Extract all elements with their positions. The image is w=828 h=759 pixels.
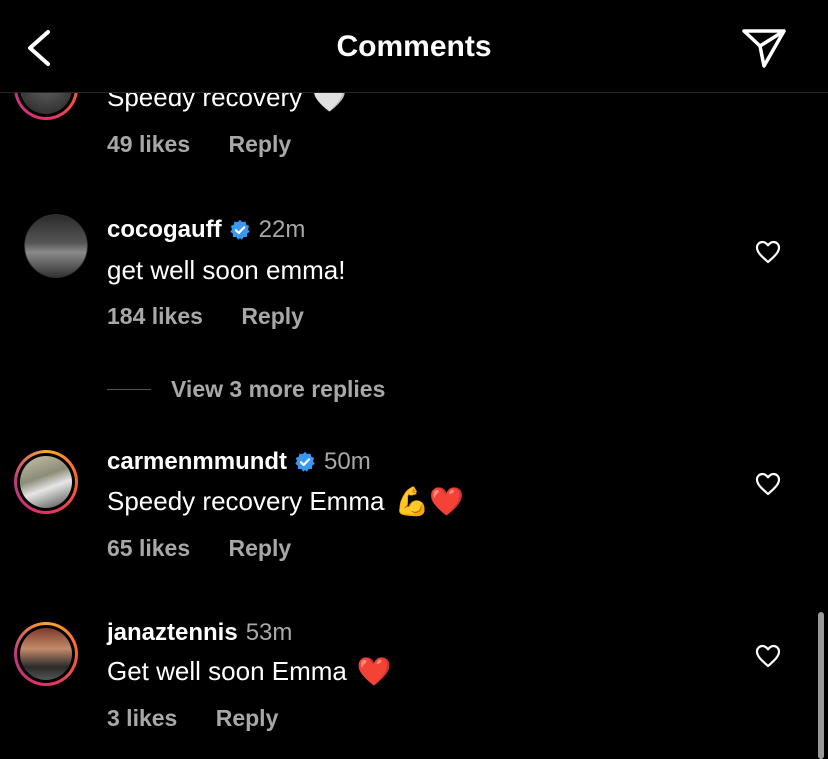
scrollbar[interactable] bbox=[818, 612, 824, 759]
heart-icon[interactable] bbox=[755, 240, 781, 264]
paper-plane-icon bbox=[742, 29, 786, 68]
verified-badge-icon bbox=[229, 219, 250, 240]
heart-icon[interactable] bbox=[755, 644, 781, 668]
avatar[interactable] bbox=[14, 450, 78, 514]
timestamp: 22m bbox=[258, 216, 306, 243]
page-title: Comments bbox=[336, 30, 492, 63]
comment-text: get well soon emma! bbox=[107, 255, 346, 285]
verified-badge-icon bbox=[295, 451, 315, 472]
share-button[interactable] bbox=[740, 26, 788, 70]
reply-button[interactable]: Reply bbox=[229, 131, 292, 157]
reply-button[interactable]: Reply bbox=[216, 705, 279, 731]
divider bbox=[107, 389, 151, 390]
comment-meta: 184 likes Reply bbox=[107, 303, 304, 330]
username[interactable]: carmenmmundt bbox=[107, 448, 287, 476]
username[interactable]: cocogauff bbox=[107, 216, 222, 244]
likes-count[interactable]: 3 likes bbox=[107, 705, 177, 731]
likes-count[interactable]: 49 likes bbox=[107, 131, 190, 157]
comment-text: Get well soon Emma bbox=[107, 656, 347, 686]
comment-meta: 3 likes Reply bbox=[107, 705, 278, 732]
comment-text: Speedy recovery Emma bbox=[107, 486, 385, 516]
timestamp: 53m bbox=[245, 619, 293, 646]
timestamp: 50m bbox=[324, 448, 371, 475]
username[interactable]: janaztennis bbox=[107, 619, 238, 647]
comment-meta: 49 likes Reply bbox=[107, 131, 291, 158]
red-heart-emoji: ❤️ bbox=[356, 654, 392, 688]
avatar[interactable] bbox=[24, 214, 88, 278]
view-replies-label: View 3 more replies bbox=[171, 376, 386, 402]
reply-button[interactable]: Reply bbox=[229, 535, 292, 561]
reply-button[interactable]: Reply bbox=[241, 303, 304, 329]
comment-meta: 65 likes Reply bbox=[107, 535, 291, 562]
view-more-replies[interactable]: View 3 more replies bbox=[107, 376, 385, 403]
muscle-heart-emoji: 💪❤️ bbox=[394, 484, 465, 518]
likes-count[interactable]: 65 likes bbox=[107, 535, 190, 561]
heart-icon[interactable] bbox=[755, 472, 781, 496]
comments-header: Comments bbox=[0, 0, 828, 93]
likes-count[interactable]: 184 likes bbox=[107, 303, 203, 329]
avatar[interactable] bbox=[14, 622, 78, 686]
